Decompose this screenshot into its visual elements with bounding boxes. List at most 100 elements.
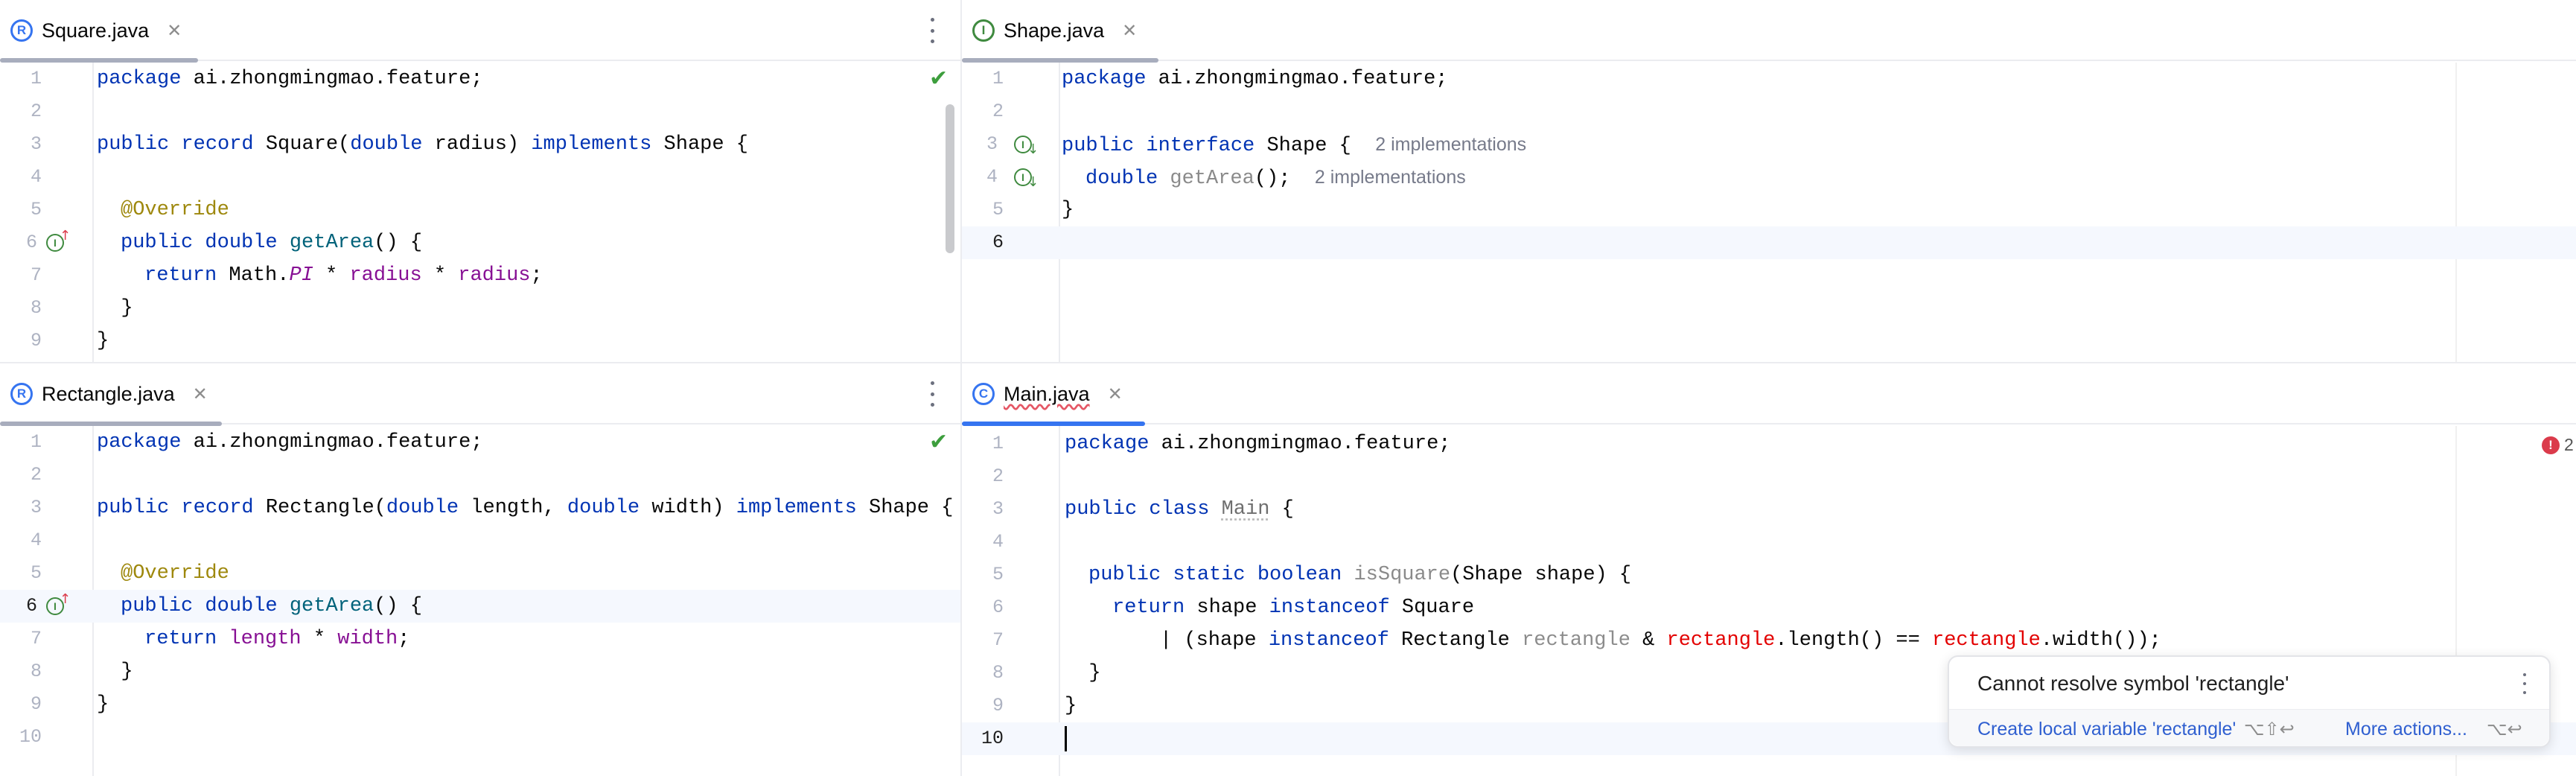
line-number: 7: [30, 264, 42, 286]
code-token: }: [97, 330, 109, 352]
unresolved-symbol[interactable]: rectangle: [1667, 629, 1776, 652]
line-number: 3: [986, 133, 998, 155]
error-tooltip-popup: Cannot resolve symbol 'rectangle' Create…: [1948, 655, 2551, 748]
code-line: 7 return length * width;: [0, 623, 960, 655]
line-number: 1: [992, 68, 1004, 89]
arrow-up-icon: ↑: [60, 591, 71, 607]
tab-main-java[interactable]: C Main.java ✕: [962, 363, 1145, 426]
code-token: return: [144, 628, 217, 650]
code-line: 4: [962, 526, 2576, 559]
code-token: boolean: [1257, 564, 1342, 586]
tab-square-java[interactable]: R Square.java ✕: [0, 0, 198, 63]
no-problems-check-icon[interactable]: ✔: [929, 429, 948, 455]
code-token: Rectangle: [1389, 629, 1523, 652]
line-number: 4: [30, 529, 42, 551]
code-token: width): [640, 497, 736, 519]
close-icon[interactable]: ✕: [193, 384, 208, 405]
implementations-inlay-hint[interactable]: 2 implementations: [1375, 134, 1526, 155]
line-number: 1: [30, 68, 42, 89]
code-token: double: [205, 232, 278, 254]
class-icon: C: [972, 383, 995, 405]
editor-pane-rectangle: R Rectangle.java ✕ 1 package ai.zhongming…: [0, 363, 960, 776]
tab-shape-java[interactable]: I Shape.java ✕: [962, 0, 1158, 63]
code-line: 6 I ↑ public double getArea() {: [0, 226, 960, 259]
code-token: .length() ==: [1775, 629, 1932, 652]
code-token: rectangle: [1522, 629, 1630, 652]
code-token: package: [1065, 433, 1150, 455]
code-editor[interactable]: 1 package ai.zhongmingmao.feature; 2 3 I ↓…: [962, 63, 2576, 362]
line-number: 6: [992, 232, 1004, 253]
code-token: double: [567, 497, 640, 519]
code-line: 8 }: [0, 292, 960, 325]
code-line: 5 @Override: [0, 557, 960, 590]
code-line: 9}: [0, 688, 960, 721]
arrow-up-icon: ↑: [60, 228, 71, 244]
close-icon[interactable]: ✕: [1122, 20, 1137, 42]
code-line: 3 I ↓ public interface Shape { 2 implemen…: [962, 128, 2576, 161]
code-token: }: [1065, 662, 1101, 684]
code-token: double: [1085, 168, 1158, 190]
line-number: 2: [992, 101, 1004, 122]
code-token: implements: [736, 497, 857, 519]
tab-bar: I Shape.java ✕: [962, 0, 2576, 63]
code-token: length: [229, 628, 302, 650]
implementations-inlay-hint[interactable]: 2 implementations: [1315, 167, 1466, 188]
code-token: Square: [1389, 597, 1475, 619]
code-token: Shape {: [651, 133, 748, 156]
code-token: public: [1062, 135, 1135, 157]
code-token: {: [1269, 498, 1294, 521]
close-icon[interactable]: ✕: [167, 20, 182, 42]
tab-rectangle-java[interactable]: R Rectangle.java ✕: [0, 363, 222, 426]
vertical-scrollbar[interactable]: [946, 104, 954, 253]
line-number: 4: [992, 531, 1004, 553]
more-options-icon[interactable]: [2521, 673, 2528, 694]
more-actions-link[interactable]: More actions...: [2345, 719, 2467, 740]
record-icon: R: [10, 19, 33, 42]
code-token: double: [205, 595, 278, 617]
code-token: package: [97, 431, 182, 454]
tab-title: Shape.java: [1004, 19, 1105, 42]
line-number: 5: [30, 562, 42, 584]
code-token: }: [1065, 695, 1077, 717]
no-problems-check-icon[interactable]: ✔: [929, 66, 948, 92]
code-line: 1 package ai.zhongmingmao.feature;: [962, 63, 2576, 95]
code-token: public: [121, 595, 194, 617]
code-token: double: [350, 133, 423, 156]
code-editor[interactable]: 1 package ai.zhongmingmao.feature; 2 3 pub…: [0, 63, 960, 362]
tab-bar: C Main.java ✕: [962, 363, 2576, 426]
code-token: shape: [1185, 597, 1269, 619]
code-token: Shape {: [856, 497, 954, 519]
line-number: 2: [30, 464, 42, 486]
more-options-icon[interactable]: [928, 18, 937, 43]
more-options-icon[interactable]: [928, 381, 937, 407]
line-number: 4: [30, 166, 42, 188]
code-token: interface: [1146, 135, 1255, 157]
code-token: Rectangle(: [253, 497, 386, 519]
tab-title: Main.java: [1004, 382, 1090, 405]
create-local-variable-action[interactable]: Create local variable 'rectangle': [1977, 719, 2236, 740]
code-token: instanceof: [1268, 629, 1389, 652]
code-token: radius: [458, 264, 531, 287]
code-token: public: [97, 133, 170, 156]
code-token: Square(: [253, 133, 351, 156]
line-number: 6: [25, 232, 37, 253]
arrow-down-icon: ↓: [1027, 174, 1039, 190]
code-token: }: [1062, 199, 1074, 221]
close-icon[interactable]: ✕: [1108, 384, 1123, 405]
line-number: 3: [992, 498, 1004, 520]
code-editor[interactable]: 1 package ai.zhongmingmao.feature; 2 3 pub…: [0, 426, 960, 776]
code-token: width: [337, 628, 398, 650]
line-number: 9: [30, 330, 42, 352]
code-token: return: [144, 264, 217, 287]
code-token: @Override: [121, 562, 229, 585]
arrow-down-icon: ↓: [1027, 141, 1039, 157]
code-line: 3 public class Main {: [962, 493, 2576, 526]
line-number: 7: [30, 628, 42, 649]
code-token: ;: [530, 264, 543, 287]
code-line: 1 package ai.zhongmingmao.feature;: [0, 63, 960, 95]
line-number: 5: [30, 199, 42, 220]
unresolved-symbol[interactable]: rectangle: [1932, 629, 2041, 652]
error-count-indicator[interactable]: ! 2: [2542, 435, 2574, 455]
code-token: .width());: [2040, 629, 2161, 652]
code-token: radius: [349, 264, 422, 287]
